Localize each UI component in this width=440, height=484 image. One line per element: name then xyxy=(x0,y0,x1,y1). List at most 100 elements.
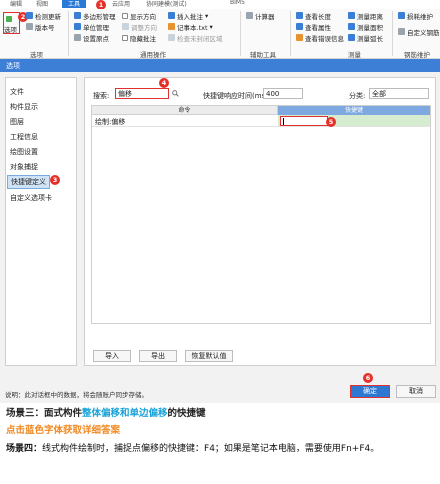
group-separator xyxy=(392,11,393,56)
group-label-rebar: 钢筋维护 xyxy=(404,51,430,59)
unit-icon xyxy=(74,23,81,30)
step-marker-3: 3 xyxy=(50,175,60,185)
column-header-shortcut: 快捷键 xyxy=(278,106,430,115)
scene4-text: 线式构件绘制时，捕捉点偏移的快捷键：F4；如果是笔记本电脑，需要使用Fn+F4。 xyxy=(42,444,380,454)
adjust-direction-button[interactable]: 调整方向 xyxy=(122,22,157,32)
refresh-icon xyxy=(26,12,33,19)
view-length-button[interactable]: 查看长度 xyxy=(296,11,331,21)
notepad-icon xyxy=(168,23,175,30)
import-button[interactable]: 导入 xyxy=(93,350,131,362)
grid-icon xyxy=(398,12,405,19)
calculator-icon xyxy=(246,12,253,19)
ribbon: 选项 2 检测更新 版本号 选项 多边形管理 显示方向 插入批注 ▾ 单位管理 调… xyxy=(0,9,440,59)
check-update-button[interactable]: 检测更新 xyxy=(26,11,61,21)
group-label-aux: 辅助工具 xyxy=(250,51,276,59)
footer-note: 说明：此对话框中的数据，将会随账户同步存储。 xyxy=(5,391,148,399)
cancel-button[interactable]: 取消 xyxy=(396,385,436,398)
note-icon xyxy=(168,12,175,19)
arc-icon xyxy=(348,34,355,41)
delay-input[interactable]: 400 xyxy=(263,88,303,99)
nav-item-custom-tab[interactable]: 自定义选项卡 xyxy=(10,193,52,203)
tab-collab[interactable]: 协同建模(测试) xyxy=(146,0,187,8)
ruler-icon xyxy=(296,12,303,19)
shortcut-editor[interactable] xyxy=(280,116,328,126)
options-dialog: 选项 文件 构件显示 图层 工程信息 绘图设置 对象捕捉 快捷键定义 自定义选项… xyxy=(0,59,440,403)
scene4-paragraph: 场景四：线式构件绘制时，捕捉点偏移的快捷键：F4；如果是笔记本电脑，需要使用Fn… xyxy=(6,441,434,457)
text-caret xyxy=(283,118,284,125)
step-marker-4: 4 xyxy=(159,78,169,88)
column-header-command: 命令 xyxy=(92,106,278,115)
nav-item-project-info[interactable]: 工程信息 xyxy=(10,132,38,142)
hide-note-toggle[interactable]: 隐藏批注 xyxy=(122,33,156,43)
custom-rebar-button[interactable]: 自定义钢筋 xyxy=(398,27,440,37)
version-button[interactable]: 版本号 xyxy=(26,22,55,32)
scene3-heading: 场景三：面式构件整体偏移和单边偏移的快捷键 xyxy=(6,405,206,419)
nav-item-file[interactable]: 文件 xyxy=(10,87,24,97)
options-check-icon xyxy=(6,14,12,23)
group-separator xyxy=(240,11,241,56)
restore-default-button[interactable]: 恢复默认值 xyxy=(185,350,233,362)
distance-icon xyxy=(348,12,355,19)
tab-edit[interactable]: 编辑 xyxy=(10,0,22,8)
ok-button[interactable]: 确定 xyxy=(350,385,390,398)
origin-icon xyxy=(74,34,81,41)
nav-item-component-display[interactable]: 构件显示 xyxy=(10,102,38,112)
table-row[interactable]: 绘制:偏移 xyxy=(92,115,430,127)
nav-item-drawing-settings[interactable]: 绘图设置 xyxy=(10,147,38,157)
notepad-button[interactable]: 记事本.txt ▾ xyxy=(168,22,213,32)
scene3-suffix: 的快捷键 xyxy=(167,408,206,419)
scene3-highlight[interactable]: 整体偏移和单边偏移 xyxy=(82,408,168,419)
options-button[interactable]: 选项 xyxy=(4,24,17,34)
info-icon xyxy=(26,23,33,30)
group-label-measure: 测量 xyxy=(348,51,361,59)
group-label-options: 选项 xyxy=(30,51,43,59)
checkbox-icon xyxy=(122,34,128,41)
command-cell: 绘制:偏移 xyxy=(95,118,126,126)
measure-distance-button[interactable]: 测量距离 xyxy=(348,11,383,21)
calculator-button[interactable]: 计算器 xyxy=(246,11,275,21)
nav-item-object-snap[interactable]: 对象捕捉 xyxy=(10,162,38,172)
table-header: 命令 快捷键 xyxy=(92,106,430,115)
delay-label: 快捷键响应时间(ms): xyxy=(203,92,271,100)
rebar-icon xyxy=(398,28,405,35)
nav-item-shortcut-definition[interactable]: 快捷键定义 xyxy=(7,175,50,189)
check-unclosed-button[interactable]: 检查未封闭区域 xyxy=(168,33,223,43)
view-error-button[interactable]: 查看错误信息 xyxy=(296,33,344,43)
nav-item-layer[interactable]: 图层 xyxy=(10,117,24,127)
tab-tools[interactable]: 工具 xyxy=(62,0,87,8)
step-marker-5: 5 xyxy=(326,117,336,127)
tab-bim5[interactable]: BIM5 xyxy=(230,0,245,8)
category-select[interactable]: 全部 xyxy=(369,88,429,99)
search-input[interactable]: 偏移 xyxy=(115,88,169,99)
scene3-prefix: 场景三：面式构件 xyxy=(6,408,83,419)
export-button[interactable]: 导出 xyxy=(139,350,177,362)
search-label: 搜索: xyxy=(93,92,110,100)
shortcut-panel: 搜索: 偏移 4 快捷键响应时间(ms): 400 分类: 全部 命令 快捷键 … xyxy=(84,77,436,366)
group-label-common: 通用操作 xyxy=(140,51,166,59)
detail-link[interactable]: 点击蓝色字体获取详细答案 xyxy=(6,422,120,436)
tab-view[interactable]: 视图 xyxy=(36,0,48,8)
insert-note-button[interactable]: 插入批注 ▾ xyxy=(168,11,208,21)
measure-arc-button[interactable]: 测量弧长 xyxy=(348,33,383,43)
shortcut-table: 命令 快捷键 绘制:偏移 xyxy=(91,105,431,324)
loss-maintain-button[interactable]: 损耗维护 xyxy=(398,11,433,21)
show-direction-toggle[interactable]: 显示方向 xyxy=(122,11,156,21)
polygon-manage-button[interactable]: 多边形管理 xyxy=(74,11,116,21)
step-marker-6: 6 xyxy=(363,373,373,383)
search-icon[interactable] xyxy=(172,90,179,97)
scene4-label: 场景四： xyxy=(6,444,43,454)
view-property-button[interactable]: 查看属性 xyxy=(296,22,331,32)
direction-icon xyxy=(122,23,129,30)
set-origin-button[interactable]: 设置原点 xyxy=(74,33,109,43)
property-icon xyxy=(296,23,303,30)
unit-manage-button[interactable]: 单位管理 xyxy=(74,22,109,32)
tab-cloud[interactable]: 云应用 xyxy=(112,0,130,8)
search-icon xyxy=(168,34,175,41)
group-separator xyxy=(290,11,291,56)
checkbox-icon xyxy=(122,12,128,19)
options-nav: 文件 构件显示 图层 工程信息 绘图设置 对象捕捉 快捷键定义 自定义选项卡 xyxy=(5,77,77,366)
measure-area-button[interactable]: 测量面积 xyxy=(348,22,383,32)
dialog-title: 选项 xyxy=(0,59,440,72)
article: 场景三：面式构件整体偏移和单边偏移的快捷键 点击蓝色字体获取详细答案 场景四：线… xyxy=(0,403,440,484)
group-separator xyxy=(68,11,69,56)
